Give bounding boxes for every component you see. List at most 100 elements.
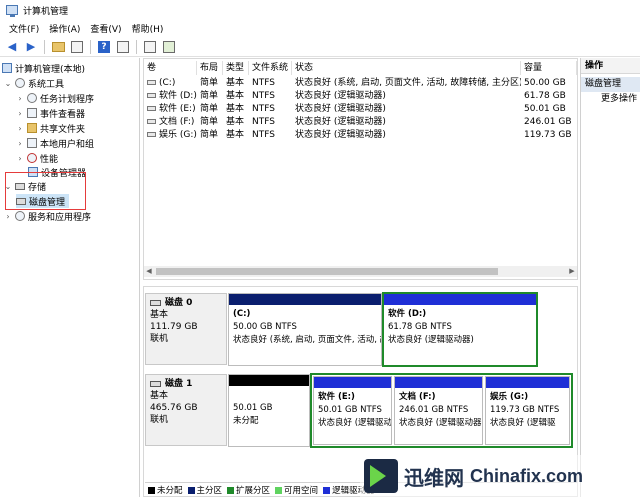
tree-item-performance[interactable]: › 性能: [16, 151, 58, 165]
column-header-filesystem[interactable]: 文件系统: [249, 61, 292, 75]
menu-view[interactable]: 查看(V): [85, 22, 126, 35]
column-header-volume[interactable]: 卷: [144, 61, 197, 75]
disk-name: 磁盘 0: [165, 298, 193, 308]
partition-status: 状态良好 (系统, 启动, 页面文件, 活动, 故障转储, 主分区): [233, 335, 381, 345]
tree-item-local-users[interactable]: › 本地用户和组: [16, 136, 94, 150]
table-row[interactable]: 娱乐 (G:) 简单 基本 NTFS 状态良好 (逻辑驱动器) 119.73 G…: [144, 129, 577, 142]
partition-g[interactable]: 娱乐 (G:) 119.73 GB NTFS 状态良好 (逻辑驱: [485, 376, 570, 445]
volume-filesystem: NTFS: [252, 117, 275, 127]
partition-size: 246.01 GB NTFS: [399, 405, 469, 415]
partition-c[interactable]: (C:) 50.00 GB NTFS 状态良好 (系统, 启动, 页面文件, 活…: [228, 293, 382, 366]
drive-icon: [147, 93, 156, 98]
partition-e[interactable]: 软件 (E:) 50.01 GB NTFS 状态良好 (逻辑驱动: [313, 376, 392, 445]
volume-type: 基本: [226, 91, 245, 101]
volume-name: (C:): [159, 78, 176, 88]
partition-status: 未分配: [233, 416, 259, 426]
disk-icon: [150, 300, 161, 306]
refresh-icon[interactable]: [161, 39, 177, 55]
watermark-logo: [364, 459, 398, 493]
partition-d[interactable]: 软件 (D:) 61.78 GB NTFS 状态良好 (逻辑驱动器): [382, 292, 538, 367]
table-row[interactable]: 软件 (D:) 简单 基本 NTFS 状态良好 (逻辑驱动器) 61.78 GB: [144, 90, 577, 103]
chevron-right-icon[interactable]: ›: [16, 94, 24, 103]
partition-unallocated[interactable]: 50.01 GB 未分配: [228, 374, 310, 447]
tree-item-root[interactable]: 计算机管理(本地): [2, 61, 85, 75]
tools-icon: [15, 78, 25, 88]
menu-help[interactable]: 帮助(H): [127, 22, 169, 35]
tree-item-services[interactable]: › 服务和应用程序: [4, 209, 91, 223]
menu-action[interactable]: 操作(A): [44, 22, 85, 35]
disk-size: 465.76 GB: [150, 403, 198, 413]
menu-bar: 文件(F) 操作(A) 查看(V) 帮助(H): [0, 20, 640, 37]
disk-1-label[interactable]: 磁盘 1 基本 465.76 GB 联机: [145, 374, 227, 446]
highlight-annotation: [5, 172, 86, 210]
column-header-type[interactable]: 类型: [223, 61, 249, 75]
partition-bar: [486, 377, 569, 388]
drive-icon: [147, 106, 156, 111]
shared-folder-icon: [27, 123, 37, 133]
computer-icon: [2, 63, 12, 73]
volume-list: 卷 布局 类型 文件系统 状态 容量 (C:) 简单 基本 NTFS 状态良好 …: [143, 58, 578, 280]
legend-item: 未分配: [148, 484, 183, 496]
event-log-icon: [27, 108, 37, 118]
volume-filesystem: NTFS: [252, 104, 275, 114]
chevron-right-icon[interactable]: ›: [16, 124, 24, 133]
legend-item: 可用空间: [275, 484, 318, 496]
column-header-capacity[interactable]: 容量: [521, 61, 577, 75]
properties-icon[interactable]: [115, 39, 131, 55]
column-header-status[interactable]: 状态: [292, 61, 521, 75]
scroll-left-icon[interactable]: ◀: [144, 266, 154, 277]
partition-size: 50.00 GB NTFS: [233, 322, 297, 332]
disk-status: 联机: [150, 334, 169, 344]
chevron-down-icon[interactable]: ⌄: [4, 79, 12, 88]
partition-f[interactable]: 文档 (F:) 246.01 GB NTFS 状态良好 (逻辑驱动器: [394, 376, 483, 445]
drive-icon: [147, 132, 156, 137]
table-row[interactable]: 文档 (F:) 简单 基本 NTFS 状态良好 (逻辑驱动器) 246.01 G…: [144, 116, 577, 129]
export-list-icon[interactable]: [142, 39, 158, 55]
horizontal-scrollbar[interactable]: ◀ ▶: [144, 266, 577, 277]
chevron-right-icon[interactable]: ›: [4, 212, 12, 221]
volume-name: 娱乐 (G:): [159, 130, 197, 140]
performance-icon: [27, 153, 37, 163]
tree-item-event-viewer[interactable]: › 事件查看器: [16, 106, 85, 120]
partition-title: (C:): [233, 309, 251, 319]
partition-bar: [314, 377, 391, 388]
drive-icon: [147, 80, 156, 85]
disk-size: 111.79 GB: [150, 322, 198, 332]
chevron-right-icon[interactable]: ›: [16, 139, 24, 148]
tree-item-system-tools[interactable]: ⌄ 系统工具: [4, 76, 64, 90]
actions-header: 操作: [581, 58, 640, 74]
partition-size: 61.78 GB NTFS: [388, 322, 452, 332]
chevron-right-icon[interactable]: ›: [16, 109, 24, 118]
disk-0-label[interactable]: 磁盘 0 基本 111.79 GB 联机: [145, 293, 227, 365]
services-icon: [15, 211, 25, 221]
disk-status: 联机: [150, 415, 169, 425]
toolbar-separator: [90, 39, 91, 54]
show-hide-tree-icon[interactable]: [69, 39, 85, 55]
table-row[interactable]: 软件 (E:) 简单 基本 NTFS 状态良好 (逻辑驱动器) 50.01 GB: [144, 103, 577, 116]
back-arrow-icon[interactable]: ◀: [4, 39, 20, 55]
volume-filesystem: NTFS: [252, 91, 275, 101]
volume-type: 基本: [226, 104, 245, 114]
help-icon[interactable]: ?: [96, 39, 112, 55]
more-actions-link[interactable]: 更多操作: [581, 92, 640, 106]
forward-arrow-icon[interactable]: ▶: [23, 39, 39, 55]
menu-file[interactable]: 文件(F): [4, 22, 44, 35]
partition-bar: [229, 294, 381, 305]
tree-item-shared-folders[interactable]: › 共享文件夹: [16, 121, 85, 135]
chevron-right-icon[interactable]: ›: [16, 154, 24, 163]
partition-status: 状态良好 (逻辑驱动器: [399, 418, 482, 428]
table-row[interactable]: (C:) 简单 基本 NTFS 状态良好 (系统, 启动, 页面文件, 活动, …: [144, 77, 577, 90]
volume-status: 状态良好 (系统, 启动, 页面文件, 活动, 故障转储, 主分区): [295, 78, 521, 88]
volume-capacity: 50.00 GB: [524, 78, 566, 88]
volume-type: 基本: [226, 78, 245, 88]
volume-layout: 简单: [200, 91, 219, 101]
disk-type: 基本: [150, 391, 169, 401]
volume-name: 软件 (E:): [159, 104, 196, 114]
actions-section-disk-management[interactable]: 磁盘管理: [581, 77, 640, 92]
disk-icon: [150, 381, 161, 387]
tree-item-task-scheduler[interactable]: › 任务计划程序: [16, 91, 94, 105]
scroll-right-icon[interactable]: ▶: [567, 266, 577, 277]
up-folder-icon[interactable]: [50, 39, 66, 55]
column-header-layout[interactable]: 布局: [197, 61, 223, 75]
scrollbar-thumb[interactable]: [156, 268, 498, 275]
